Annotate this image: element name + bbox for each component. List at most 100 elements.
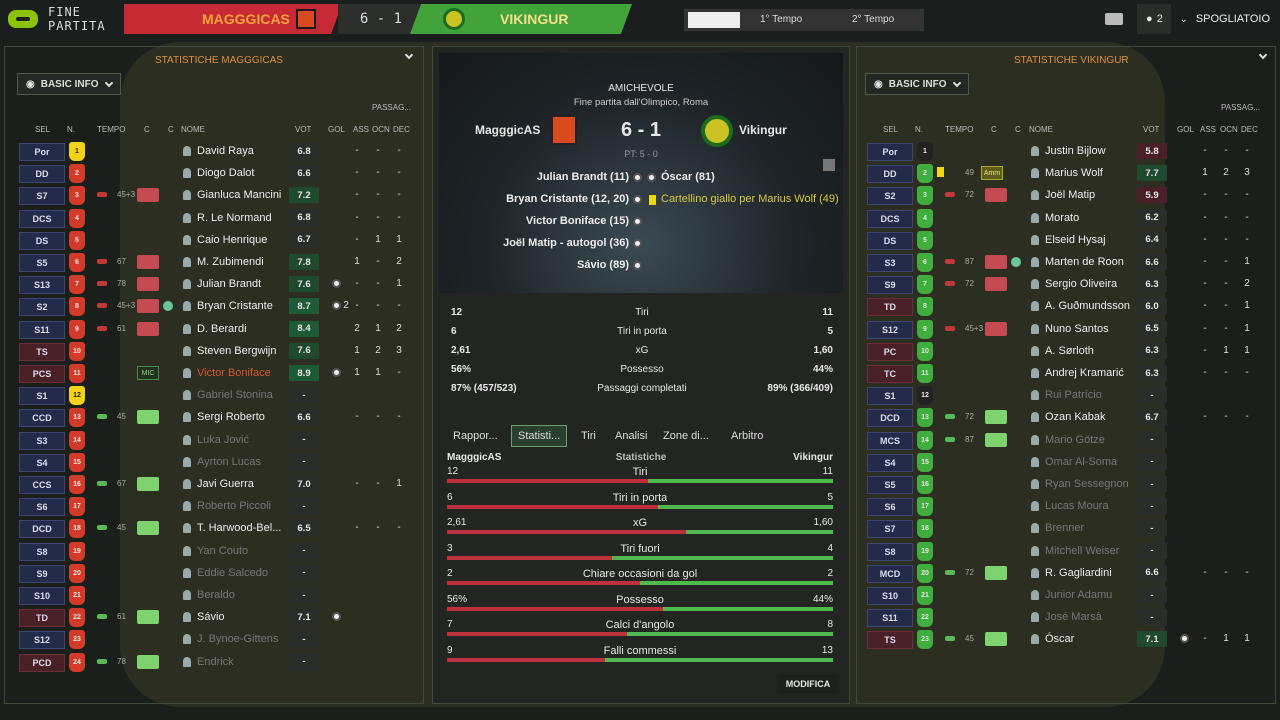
chevron-down-icon[interactable] [399, 50, 414, 60]
player-name[interactable]: Ryan Sessegnon [1045, 478, 1129, 490]
player-name[interactable]: Marius Wolf [1045, 167, 1103, 179]
position-selector[interactable]: TD [19, 609, 65, 628]
player-row[interactable]: S7 3 45+3 Gianluca Mancini 7.2 - - - [5, 185, 423, 206]
player-row[interactable]: S11 22 José Marsà - [857, 607, 1275, 628]
chevron-down-icon[interactable]: ⌄ [1179, 14, 1187, 25]
position-selector[interactable]: S5 [19, 254, 65, 272]
position-selector[interactable]: PCS [19, 365, 65, 383]
player-name[interactable]: T. Harwood-Bel... [197, 522, 281, 534]
player-row[interactable]: S4 15 Omar Al-Soma - [857, 452, 1275, 472]
player-name[interactable]: A. Sørloth [1045, 345, 1094, 357]
position-selector[interactable]: S2 [19, 298, 65, 317]
position-selector[interactable]: S10 [19, 587, 65, 605]
player-name[interactable]: Rui Patrício [1045, 389, 1102, 401]
column-header-ocn[interactable]: OCN [372, 125, 390, 134]
position-selector[interactable]: TS [867, 631, 913, 650]
player-name[interactable]: Beraldo [197, 589, 235, 601]
column-header-sel[interactable]: SEL [35, 125, 50, 134]
substitute-out-button[interactable] [137, 321, 159, 336]
player-row[interactable]: Por 1 David Raya 6.8 - - - [5, 141, 423, 161]
spogliatoio-button[interactable]: SPOGLIATOIO [1196, 13, 1270, 25]
player-name[interactable]: Diogo Dalot [197, 167, 254, 179]
column-header-nome[interactable]: NOME [181, 125, 205, 134]
player-name[interactable]: Elseid Hysaj [1045, 234, 1106, 246]
position-selector[interactable]: S11 [867, 609, 913, 628]
position-selector[interactable]: S8 [867, 542, 913, 561]
transfer-truck-icon[interactable] [1105, 13, 1124, 25]
position-selector[interactable]: S13 [19, 276, 65, 295]
position-selector[interactable]: S3 [867, 254, 913, 272]
player-row[interactable]: DS 5 Caio Henrique 6.7 - 1 1 [5, 230, 423, 250]
player-name[interactable]: Luka Jović [197, 434, 249, 446]
substitute-in-button[interactable] [985, 432, 1007, 447]
position-selector[interactable]: S9 [867, 276, 913, 295]
position-selector[interactable]: S4 [867, 453, 913, 472]
position-selector[interactable]: TC [867, 365, 913, 383]
player-name[interactable]: J. Bynoe-Gittens [197, 633, 278, 645]
player-name[interactable]: Nuno Santos [1045, 323, 1109, 335]
column-header-ocn[interactable]: OCN [1220, 125, 1238, 134]
player-row[interactable]: MCD 20 72 R. Gagliardini 6.6 - - - [857, 563, 1275, 583]
player-row[interactable]: S5 16 Ryan Sessegnon - [857, 474, 1275, 494]
column-header-dec[interactable]: DEC [393, 125, 410, 134]
position-selector[interactable]: MCD [867, 564, 913, 583]
player-row[interactable]: S2 8 45+3 Bryan Cristante 8.7 2- - - [5, 296, 423, 317]
position-selector[interactable]: S7 [867, 520, 913, 539]
column-header-gol[interactable]: GOL [1177, 125, 1194, 134]
position-selector[interactable]: CCS [19, 476, 65, 494]
tab-5[interactable]: Arbitro [731, 425, 763, 447]
player-row[interactable]: S3 6 87 Marten de Roon 6.6 - - 1 [857, 252, 1275, 272]
player-row[interactable]: DCD 13 72 Ozan Kabak 6.7 - - - [857, 407, 1275, 428]
player-name[interactable]: Javi Guerra [197, 478, 254, 490]
substitute-in-button[interactable] [985, 410, 1007, 425]
position-selector[interactable]: TS [19, 342, 65, 361]
player-row[interactable]: TD 22 61 Sávio 7.1 [5, 607, 423, 628]
player-row[interactable]: S2 3 72 Joël Matip 5.9 - - - [857, 185, 1275, 206]
column-header-c2[interactable]: C [168, 125, 174, 134]
player-row[interactable]: S10 21 Junior Adamu - [857, 585, 1275, 605]
substitute-in-button[interactable] [985, 632, 1007, 647]
column-header-tempo[interactable]: TEMPO [945, 125, 973, 134]
player-row[interactable]: TC 11 Andrej Kramarić 6.3 - - - [857, 363, 1275, 383]
modifica-button[interactable]: MODIFICA [777, 675, 839, 693]
position-selector[interactable]: S5 [867, 476, 913, 494]
position-selector[interactable]: S12 [867, 320, 913, 339]
player-name[interactable]: Eddie Salcedo [197, 567, 268, 579]
position-selector[interactable]: S3 [19, 431, 65, 450]
manager-count-button[interactable]: ● 2 [1137, 4, 1172, 34]
position-selector[interactable]: S1 [19, 387, 65, 406]
position-selector[interactable]: DD [867, 165, 913, 184]
player-name[interactable]: Sergi Roberto [197, 411, 265, 423]
player-row[interactable]: TD 8 A. Guðmundsson 6.0 - - 1 [857, 296, 1275, 317]
player-row[interactable]: S11 9 61 D. Berardi 8.4 2 1 2 [5, 319, 423, 339]
column-header-gol[interactable]: GOL [328, 125, 345, 134]
player-row[interactable]: S3 14 Luka Jović - [5, 430, 423, 450]
position-selector[interactable]: DS [19, 231, 65, 250]
player-row[interactable]: S5 6 67 M. Zubimendi 7.8 1 - 2 [5, 252, 423, 272]
player-row[interactable]: DCD 18 45 T. Harwood-Bel... 6.5 - - - [5, 518, 423, 539]
substitute-out-button[interactable] [985, 321, 1007, 336]
position-selector[interactable]: PC [867, 342, 913, 361]
position-selector[interactable]: S6 [19, 498, 65, 517]
player-name[interactable]: Mario Götze [1045, 434, 1105, 446]
player-name[interactable]: Steven Bergwijn [197, 345, 277, 357]
player-row[interactable]: DCS 4 R. Le Normand 6.8 - - - [5, 208, 423, 228]
substitute-out-button[interactable] [137, 277, 159, 292]
position-selector[interactable]: MCS [867, 431, 913, 450]
player-name[interactable]: Lucas Moura [1045, 500, 1109, 512]
tab-4[interactable]: Zone di... [663, 425, 709, 447]
position-selector[interactable]: S6 [867, 498, 913, 517]
tab-0[interactable]: Rappor... [453, 425, 498, 447]
substitute-out-button[interactable] [137, 188, 159, 203]
player-name[interactable]: Joël Matip [1045, 189, 1095, 201]
position-selector[interactable]: Por [19, 143, 65, 161]
player-name[interactable]: Brenner [1045, 522, 1084, 534]
basic-info-dropdown[interactable]: ◉ BASIC INFO [865, 73, 969, 95]
player-name[interactable]: David Raya [197, 145, 254, 157]
player-name[interactable]: Mitchell Weiser [1045, 545, 1119, 557]
player-name[interactable]: Gabriel Stonina [197, 389, 273, 401]
column-header-vot[interactable]: VOT [295, 125, 311, 134]
column-header-c1[interactable]: C [144, 125, 150, 134]
position-selector[interactable]: DCD [19, 520, 65, 539]
position-selector[interactable]: S2 [867, 187, 913, 206]
